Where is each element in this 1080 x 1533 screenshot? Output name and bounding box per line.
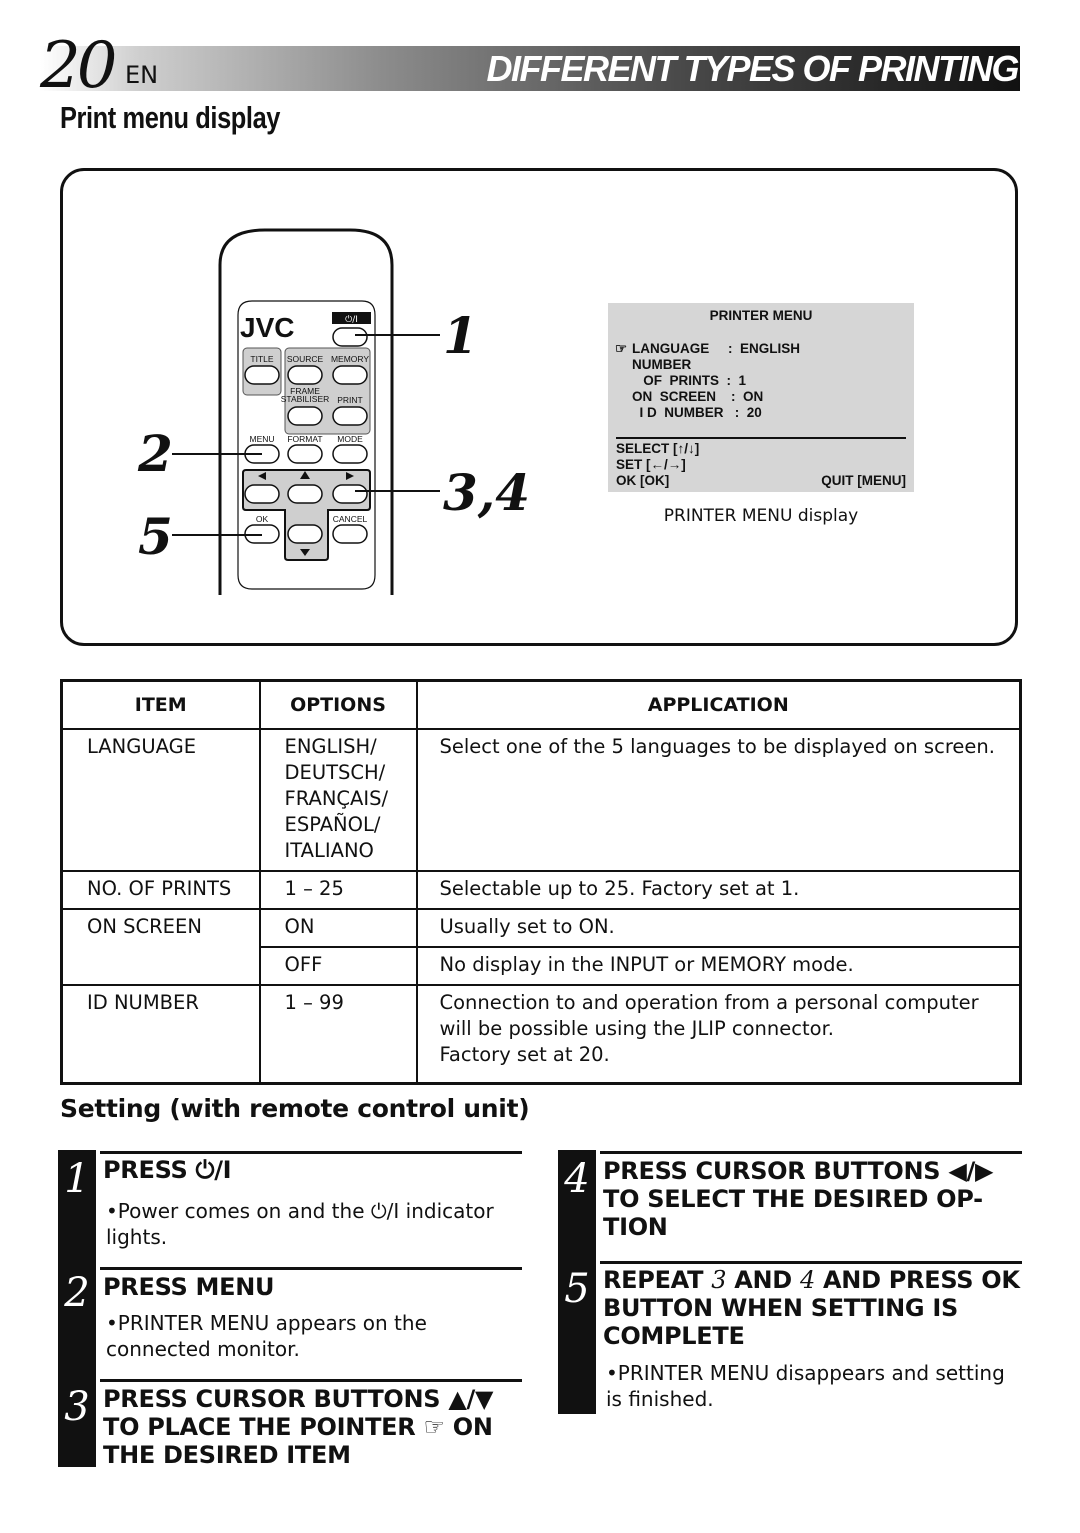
page-language: EN — [125, 61, 159, 89]
header-options: OPTIONS — [258, 679, 418, 730]
osd-set: SET [←/→] — [616, 457, 686, 472]
osd-ok: OK [OK] — [616, 473, 670, 488]
power-button[interactable] — [332, 327, 368, 347]
header-application: APPLICATION — [415, 679, 1022, 730]
title-button[interactable] — [244, 365, 280, 385]
format-button[interactable] — [287, 444, 323, 464]
osd-row-number: NUMBER — [632, 357, 692, 372]
step-divider — [100, 1151, 522, 1154]
table-row: ON SCREEN ON Usually set to ON. — [60, 908, 1022, 986]
step-2-number: 2 — [58, 1266, 96, 1380]
osd-caption: PRINTER MENU display — [663, 506, 859, 526]
osd-row-id: I D NUMBER : 20 — [632, 405, 762, 420]
step-divider — [100, 1267, 522, 1270]
callout-1: 1 — [443, 306, 478, 365]
step-1-heading: PRESS ⏻/I — [103, 1156, 232, 1184]
page-number: 20 — [40, 29, 117, 103]
printer-menu-display: PRINTER MENU ☞ LANGUAGE : ENGLISH NUMBER… — [608, 303, 914, 492]
remote-control-illustration: JVC ⏻/I TITLE SOURCE MEMORY FRAME STABIL… — [137, 228, 530, 595]
subtitle: Print menu display — [60, 100, 281, 135]
svg-text:OK: OK — [256, 514, 269, 524]
table-row: NO. OF PRINTS 1 – 25 Selectable up to 25… — [60, 870, 1022, 910]
svg-text:SOURCE: SOURCE — [287, 354, 324, 364]
table-row: LANGUAGE ENGLISH/DEUTSCH/FRANÇAIS/ESPAÑO… — [60, 728, 1022, 872]
step-divider — [600, 1261, 1022, 1264]
up-button[interactable] — [287, 484, 323, 504]
jvc-logo: JVC — [240, 312, 294, 343]
step-divider — [600, 1151, 1022, 1154]
svg-text:MODE: MODE — [337, 434, 363, 444]
frame-stabiliser-button[interactable] — [287, 406, 323, 426]
print-button[interactable] — [332, 406, 368, 426]
pointer-icon: ☞ — [615, 341, 628, 356]
step-1-body: •Power comes on and the ⏻/I indicator li… — [106, 1199, 494, 1249]
step-5-number: 5 — [558, 1262, 596, 1414]
callout-3-4: 3,4 — [443, 463, 530, 522]
osd-divider — [616, 437, 906, 439]
osd-row-onscreen: ON SCREEN : ON — [632, 389, 764, 404]
printer-menu-table: ITEM OPTIONS APPLICATION LANGUAGE ENGLIS… — [60, 679, 1022, 1085]
step-5-heading: REPEAT 3 AND 4 AND PRESS OK BUTTON WHEN … — [603, 1266, 1020, 1350]
svg-text:STABILISER: STABILISER — [281, 394, 330, 404]
section-title: DIFFERENT TYPES OF PRINTING — [486, 48, 1019, 89]
osd-row-prints: OF PRINTS : 1 — [632, 373, 747, 388]
header-item: ITEM — [60, 679, 261, 730]
osd-select: SELECT [↑/↓] — [616, 441, 700, 456]
table-row: ID NUMBER 1 – 99 Connection to and opera… — [60, 984, 1022, 1085]
mode-button[interactable] — [332, 444, 368, 464]
left-button[interactable] — [244, 484, 280, 504]
step-5-body: •PRINTER MENU disappears and setting is … — [606, 1361, 1005, 1411]
power-label: ⏻/I — [345, 314, 358, 325]
step-4-heading: PRESS CURSOR BUTTONS ◀/▶ TO SELECT THE D… — [603, 1157, 994, 1241]
step-3-number: 3 — [58, 1380, 96, 1467]
osd-row-language: LANGUAGE : ENGLISH — [632, 341, 801, 356]
callout-5: 5 — [138, 507, 173, 566]
right-button[interactable] — [332, 484, 368, 504]
setting-title: Setting (with remote control unit) — [60, 1094, 530, 1123]
step-1-number: 1 — [58, 1150, 96, 1266]
svg-text:CANCEL: CANCEL — [333, 514, 368, 524]
cancel-button[interactable] — [332, 524, 368, 544]
step-2-heading: PRESS MENU — [103, 1273, 275, 1301]
osd-quit: QUIT [MENU] — [821, 473, 906, 488]
svg-text:PRINT: PRINT — [337, 395, 363, 405]
step-3-heading: PRESS CURSOR BUTTONS ▲/▼ TO PLACE THE PO… — [103, 1385, 494, 1469]
memory-button[interactable] — [332, 365, 368, 385]
svg-text:FORMAT: FORMAT — [287, 434, 322, 444]
svg-text:MEMORY: MEMORY — [331, 354, 369, 364]
step-4-number: 4 — [558, 1150, 596, 1262]
step-divider — [100, 1379, 522, 1382]
step-2-body: •PRINTER MENU appears on the connected m… — [106, 1311, 427, 1361]
svg-text:TITLE: TITLE — [250, 354, 273, 364]
down-button[interactable] — [287, 524, 323, 544]
callout-2: 2 — [137, 424, 173, 483]
svg-text:MENU: MENU — [249, 434, 274, 444]
source-button[interactable] — [287, 365, 323, 385]
osd-title: PRINTER MENU — [709, 308, 813, 323]
